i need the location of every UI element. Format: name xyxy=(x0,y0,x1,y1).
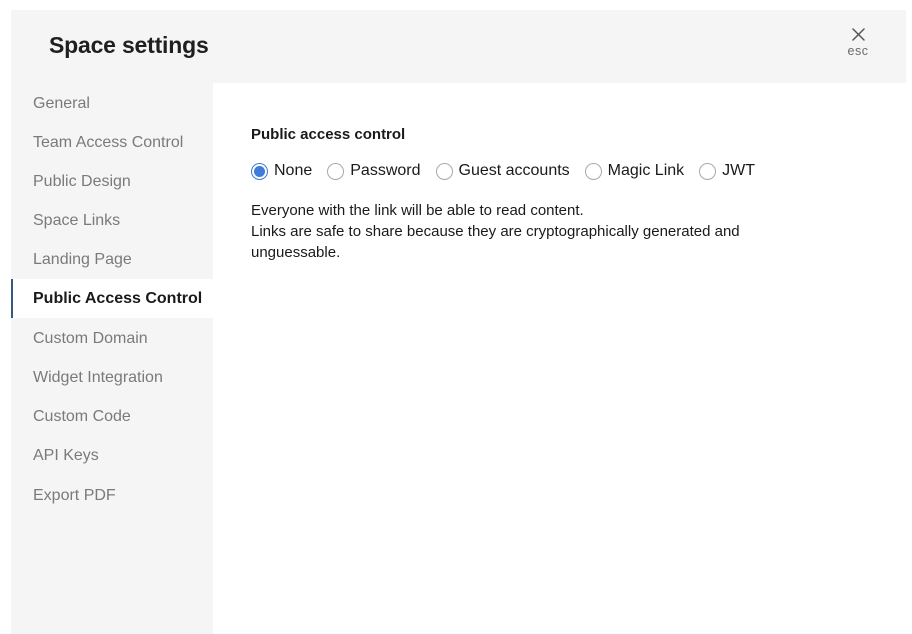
settings-sidebar: General Team Access Control Public Desig… xyxy=(11,83,213,634)
radio-button-checked[interactable] xyxy=(251,162,268,180)
page-title: Space settings xyxy=(49,32,209,58)
settings-modal: Space settings esc General Team Access C… xyxy=(11,10,906,634)
sidebar-item-space-links[interactable]: Space Links xyxy=(11,201,213,240)
sidebar-item-widget-integration[interactable]: Widget Integration xyxy=(11,358,213,397)
description-line: Everyone with the link will be able to r… xyxy=(251,202,584,219)
radio-option-none[interactable]: None xyxy=(251,162,312,180)
sidebar-item-public-design[interactable]: Public Design xyxy=(11,162,213,201)
radio-label: Guest accounts xyxy=(458,162,570,179)
sidebar-item-custom-code[interactable]: Custom Code xyxy=(11,397,213,436)
sidebar-item-landing-page[interactable]: Landing Page xyxy=(11,240,213,279)
sidebar-item-general[interactable]: General xyxy=(11,84,213,123)
radio-option-guest-accounts[interactable]: Guest accounts xyxy=(435,162,570,180)
description-line: Links are safe to share because they are… xyxy=(251,223,740,261)
radio-button[interactable] xyxy=(584,162,602,180)
radio-label: Password xyxy=(350,162,421,179)
settings-content: Public access control None Password Gues… xyxy=(213,83,906,634)
sidebar-item-public-access-control[interactable]: Public Access Control xyxy=(11,279,213,318)
radio-option-jwt[interactable]: JWT xyxy=(699,162,755,180)
close-shortcut-label: esc xyxy=(847,44,869,58)
section-title: Public access control xyxy=(251,126,406,143)
close-button[interactable]: esc xyxy=(839,24,877,66)
access-description: Everyone with the link will be able to r… xyxy=(251,200,831,263)
modal-header: Space settings esc xyxy=(11,10,906,83)
radio-button[interactable] xyxy=(699,162,717,180)
radio-label: None xyxy=(274,162,313,179)
radio-option-password[interactable]: Password xyxy=(327,162,421,180)
close-icon xyxy=(851,28,865,41)
radio-button[interactable] xyxy=(327,162,345,180)
radio-label: Magic Link xyxy=(607,162,685,179)
sidebar-item-custom-domain[interactable]: Custom Domain xyxy=(11,319,213,358)
radio-button[interactable] xyxy=(435,162,453,180)
sidebar-item-export-pdf[interactable]: Export PDF xyxy=(11,476,213,515)
sidebar-item-api-keys[interactable]: API Keys xyxy=(11,436,213,475)
sidebar-item-team-access-control[interactable]: Team Access Control xyxy=(11,123,213,162)
radio-label: JWT xyxy=(722,162,756,179)
access-type-radio-group: None Password Guest accounts Magic Link … xyxy=(251,160,770,182)
radio-option-magic-link[interactable]: Magic Link xyxy=(584,162,685,180)
